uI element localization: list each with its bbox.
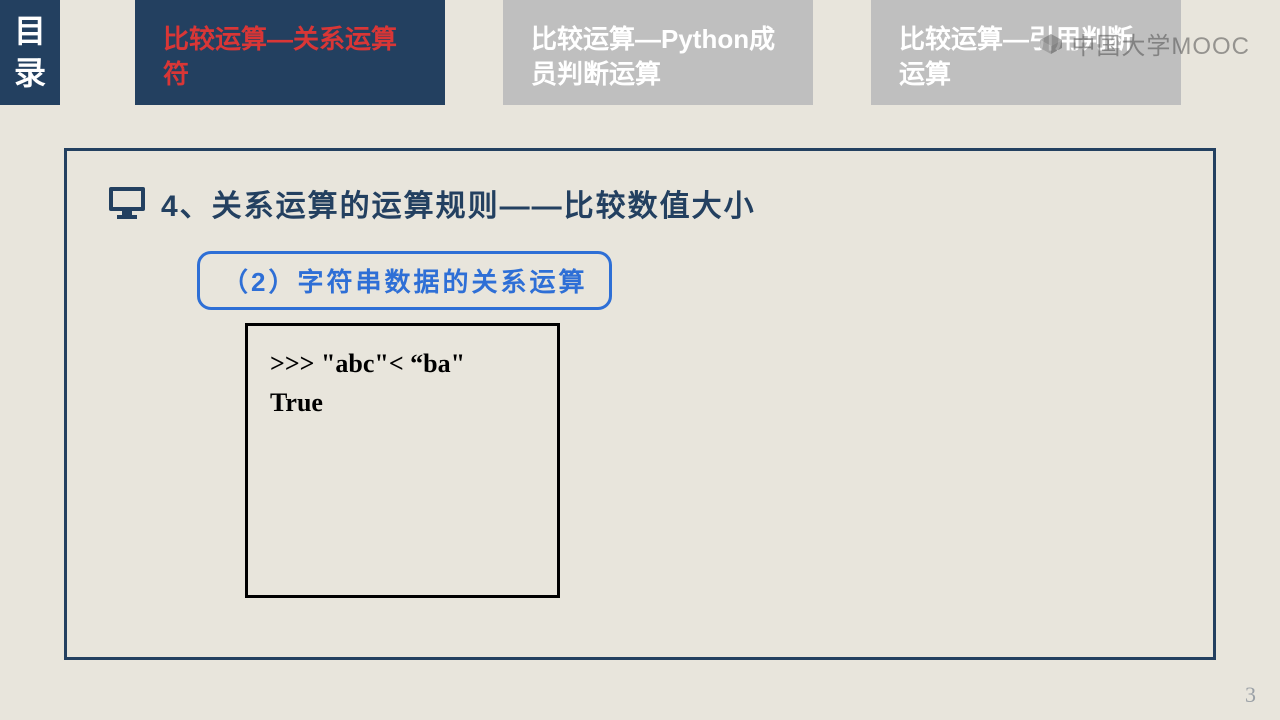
subheading-box: （2）字符串数据的关系运算: [197, 251, 612, 310]
toc-label: 目 录: [0, 0, 60, 105]
watermark: 中国大学MOOC: [1037, 26, 1250, 61]
cube-icon: [1037, 32, 1065, 56]
code-line-1: >>> "abc"< “ba": [270, 344, 535, 383]
section-heading: 4、关系运算的运算规则——比较数值大小: [107, 181, 756, 225]
tab-membership[interactable]: 比较运算—Python成员判断运算: [503, 0, 813, 105]
toc-char-2: 录: [14, 53, 46, 95]
page-number: 3: [1245, 682, 1256, 708]
content-frame: 4、关系运算的运算规则——比较数值大小 （2）字符串数据的关系运算 >>> "a…: [64, 148, 1216, 660]
tab-relational-operators[interactable]: 比较运算—关系运算符: [135, 0, 445, 105]
code-example: >>> "abc"< “ba" True: [245, 323, 560, 598]
watermark-text: 中国大学MOOC: [1071, 26, 1250, 61]
toc-char-1: 目: [14, 11, 46, 53]
monitor-icon: [107, 185, 147, 221]
heading-text: 4、关系运算的运算规则——比较数值大小: [161, 181, 756, 225]
subheading-text: （2）字符串数据的关系运算: [222, 267, 587, 297]
tab-label: 比较运算—Python成员判断运算: [531, 24, 775, 89]
tab-label: 比较运算—关系运算符: [163, 24, 397, 89]
code-line-2: True: [270, 383, 535, 422]
